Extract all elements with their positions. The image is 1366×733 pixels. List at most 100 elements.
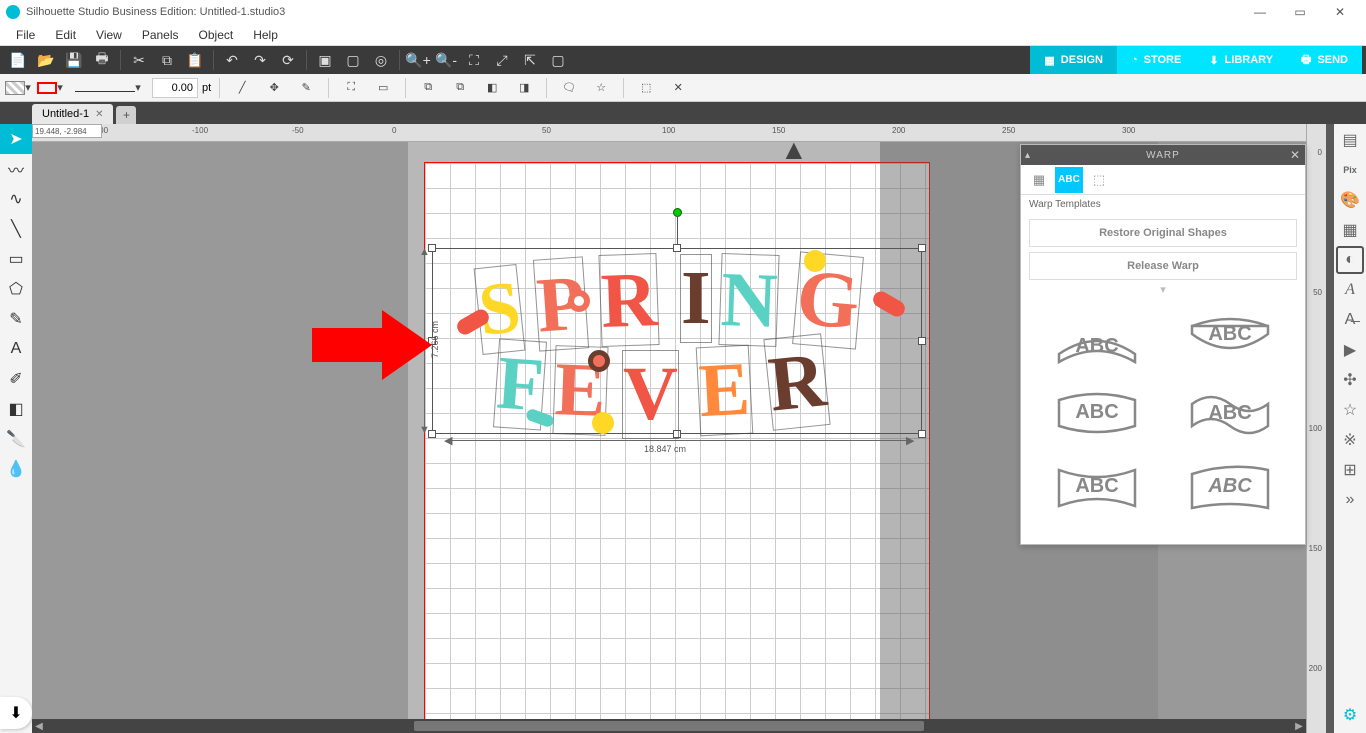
scroll-right-icon[interactable]: ▶ [1292, 719, 1306, 733]
arrow-tool[interactable]: ⬠ [0, 274, 32, 304]
delete-icon[interactable]: ✕ [664, 76, 692, 100]
warp-template-bulge[interactable]: ABC [1045, 386, 1148, 440]
collapse-panel-icon[interactable]: ▴ [1025, 150, 1031, 161]
warp-template-flag[interactable]: ABC [1178, 460, 1281, 514]
fit-page-icon[interactable]: ⇱ [516, 47, 544, 73]
box-icon[interactable]: ⬚ [632, 76, 660, 100]
chevrons-icon[interactable]: » [1336, 486, 1364, 514]
ungroup-icon[interactable]: ⧉ [446, 76, 474, 100]
warp-tab-conical[interactable]: ⬚ [1085, 167, 1113, 193]
line-tool-icon[interactable]: ╱ [228, 76, 256, 100]
resize-handle-ne[interactable] [918, 244, 926, 252]
warp-tab-grid[interactable]: ▦ [1025, 167, 1053, 193]
line-color-button[interactable]: ▾ [36, 76, 64, 100]
knife-tool[interactable]: 🔪 [0, 424, 32, 454]
eyedropper-tool[interactable]: 💧 [0, 454, 32, 484]
edit-points-tool[interactable]: 〰 [0, 154, 32, 184]
save-file-icon[interactable]: 💾 [60, 47, 88, 73]
menu-help[interactable]: Help [243, 26, 288, 44]
document-tab[interactable]: Untitled-1 ✕ [32, 104, 113, 124]
grid-panel-icon[interactable]: ▦ [1336, 216, 1364, 244]
warp-tab-templates[interactable]: ABC [1055, 167, 1083, 193]
warp-panel-header[interactable]: ▴ WARP ✕ [1021, 145, 1305, 165]
group-icon[interactable]: ⧉ [414, 76, 442, 100]
menu-file[interactable]: File [6, 26, 45, 44]
color-palette-icon[interactable]: 🎨 [1336, 186, 1364, 214]
text-style-icon[interactable]: A̶ [1336, 306, 1364, 334]
nav-design[interactable]: ▦ DESIGN [1030, 46, 1117, 74]
eraser-tool[interactable]: ◧ [0, 394, 32, 424]
line-tool[interactable]: ╲ [0, 214, 32, 244]
menu-edit[interactable]: Edit [45, 26, 86, 44]
center-view-icon[interactable]: ◎ [367, 47, 395, 73]
freehand-tool[interactable]: ∿ [0, 184, 32, 214]
undo-icon[interactable]: ↶ [218, 47, 246, 73]
pixscan-icon[interactable]: Pix [1336, 156, 1364, 184]
zoom-drag-icon[interactable]: ⤢ [488, 47, 516, 73]
stroke-width-input[interactable] [152, 78, 198, 98]
star-panel-icon[interactable]: ☆ [1336, 396, 1364, 424]
new-file-icon[interactable]: 📄 [4, 47, 32, 73]
expand-sidebar-button[interactable]: ⬇ [0, 697, 32, 729]
select-tool[interactable]: ➤ [0, 124, 32, 154]
transform-icon[interactable]: ▶ [1336, 336, 1364, 364]
warp-template-wave[interactable]: ABC [1178, 386, 1281, 440]
add-tab-button[interactable]: + [116, 106, 136, 124]
release-warp-button[interactable]: Release Warp [1029, 252, 1297, 280]
text-panel-icon[interactable]: A [1336, 276, 1364, 304]
warp-template-bowtie[interactable]: ABC [1045, 460, 1148, 514]
nav-library[interactable]: ⬇ LIBRARY [1195, 46, 1287, 74]
page-setup-icon[interactable]: ▤ [1336, 126, 1364, 154]
warp-template-arc-lower[interactable]: ABC [1178, 316, 1281, 366]
menu-panels[interactable]: Panels [132, 26, 189, 44]
comment-icon[interactable]: 🗨 [555, 76, 583, 100]
pen-tool[interactable]: ✎ [0, 304, 32, 334]
back-icon[interactable]: ◨ [510, 76, 538, 100]
frame-icon[interactable]: ▭ [369, 76, 397, 100]
select-all-icon[interactable]: ▣ [311, 47, 339, 73]
text-tool[interactable]: A [0, 334, 32, 364]
selected-artwork[interactable]: 18.847 cm 7.266 cm ◀ ▶ ▲ ▼ S P R I N G F… [432, 248, 932, 448]
warp-panel-icon[interactable]: ◐ [1336, 246, 1364, 274]
note-tool[interactable]: ✐ [0, 364, 32, 394]
paste-icon[interactable]: 📋 [181, 47, 209, 73]
sketch-icon[interactable]: ✎ [292, 76, 320, 100]
zoom-out-icon[interactable]: 🔍- [432, 47, 460, 73]
close-tab-icon[interactable]: ✕ [95, 109, 103, 120]
zoom-selection-icon[interactable]: ⛶ [460, 47, 488, 73]
maximize-button[interactable]: ▭ [1280, 0, 1320, 24]
settings-icon[interactable]: ⚙ [1336, 701, 1364, 729]
fit-window-icon[interactable]: ▢ [544, 47, 572, 73]
close-window-button[interactable]: ✕ [1320, 0, 1360, 24]
close-panel-icon[interactable]: ✕ [1290, 148, 1301, 162]
print-icon[interactable]: 🖶 [88, 47, 116, 73]
nav-store[interactable]: ◔ STORE [1117, 46, 1195, 74]
horizontal-scrollbar[interactable]: ◀ ▶ [32, 719, 1306, 733]
trace-icon[interactable]: ⊞ [1336, 456, 1364, 484]
minimize-button[interactable]: — [1240, 0, 1280, 24]
nav-send[interactable]: 🖶 SEND [1287, 46, 1362, 74]
move-tool-icon[interactable]: ✥ [260, 76, 288, 100]
deselect-icon[interactable]: ▢ [339, 47, 367, 73]
scroll-left-icon[interactable]: ◀ [32, 719, 46, 733]
resize-handle-e[interactable] [918, 337, 926, 345]
redo-icon[interactable]: ↷ [246, 47, 274, 73]
menu-view[interactable]: View [86, 26, 132, 44]
front-icon[interactable]: ◧ [478, 76, 506, 100]
restore-shapes-button[interactable]: Restore Original Shapes [1029, 219, 1297, 247]
line-style-button[interactable]: ▾ [68, 76, 148, 100]
crop-icon[interactable]: ⛶ [337, 76, 365, 100]
warp-template-arc-upper[interactable]: ABC [1045, 316, 1148, 366]
zoom-in-icon[interactable]: 🔍+ [404, 47, 432, 73]
resize-handle-se[interactable] [918, 430, 926, 438]
scrollbar-thumb[interactable] [414, 721, 924, 731]
nesting-icon[interactable]: ※ [1336, 426, 1364, 454]
open-file-icon[interactable]: 📂 [32, 47, 60, 73]
replicate-icon[interactable]: ✣ [1336, 366, 1364, 394]
cut-icon[interactable]: ✂ [125, 47, 153, 73]
rectangle-tool[interactable]: ▭ [0, 244, 32, 274]
resize-handle-n[interactable] [673, 244, 681, 252]
star-icon[interactable]: ☆ [587, 76, 615, 100]
fill-color-button[interactable]: ▾ [4, 76, 32, 100]
copy-icon[interactable]: ⧉ [153, 47, 181, 73]
